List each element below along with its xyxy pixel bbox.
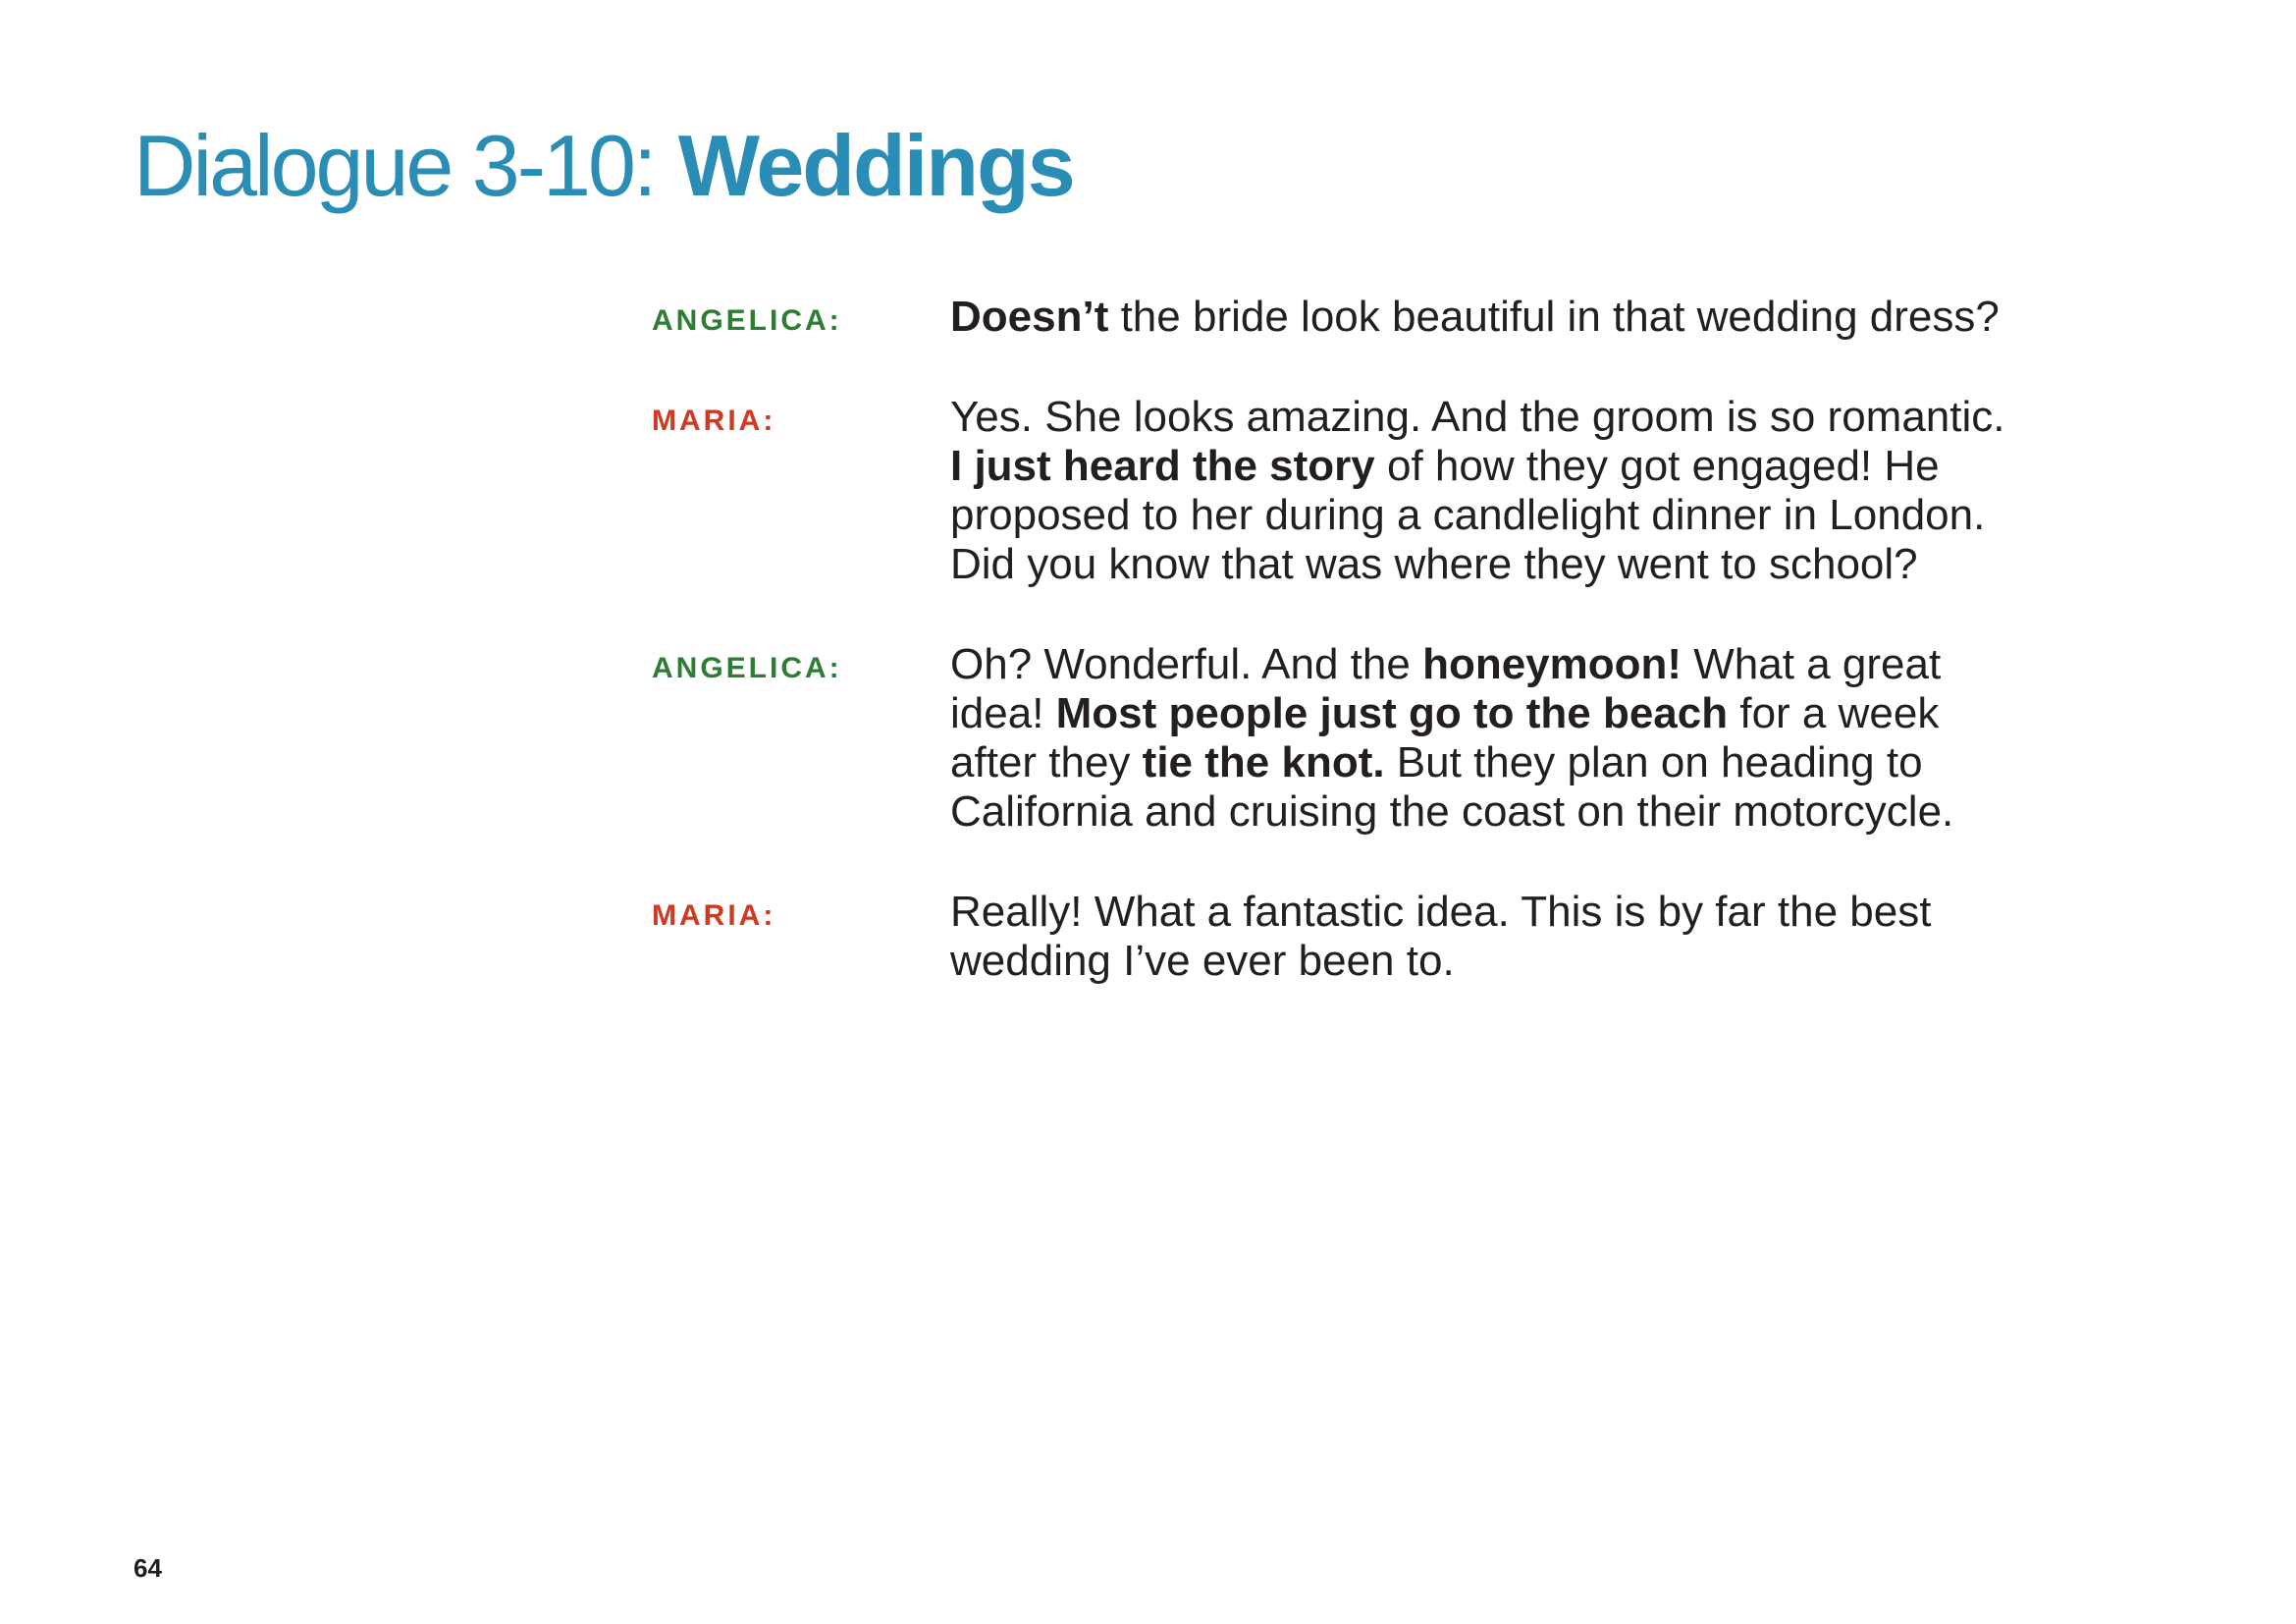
text-segment: the bride look beautiful in that wedding… — [1108, 293, 2000, 341]
text-segment: after they — [950, 738, 1143, 786]
text-segment: wedding I’ve ever been to. — [950, 937, 1455, 985]
dialogue-text: Yes. She looks amazing. And the groom is… — [950, 393, 2183, 589]
key-phrase: I just heard the story — [950, 442, 1375, 490]
key-phrase: tie the knot. — [1142, 738, 1385, 786]
text-segment: But they plan on heading to — [1384, 738, 1923, 786]
text-segment: proposed to her during a candlelight din… — [950, 491, 1986, 539]
speaker-label: ANGELICA: — [652, 652, 842, 684]
dialogue-turn-2: MARIA: Yes. She looks amazing. And the g… — [652, 393, 2183, 589]
dialogue-turn-4: MARIA: Really! What a fantastic idea. Th… — [652, 888, 2183, 986]
key-phrase: honeymoon! — [1422, 640, 1682, 688]
dialogue-turn-1: ANGELICA: Doesn’t the bride look beautif… — [652, 293, 2183, 342]
title-main: Weddings — [677, 117, 1076, 214]
dialogue-text: Oh? Wonderful. And the honeymoon! What a… — [950, 640, 2183, 837]
text-segment: for a week — [1728, 689, 1940, 737]
text-segment: idea! — [950, 689, 1056, 737]
text-segment: California and cruising the coast on the… — [950, 787, 1954, 836]
text-segment: Yes. She looks amazing. And the groom is… — [950, 393, 2005, 441]
text-segment: What a great — [1682, 640, 1942, 688]
dialogue-text: Really! What a fantastic idea. This is b… — [950, 888, 2183, 986]
text-segment: of how they got engaged! He — [1374, 442, 1940, 490]
text-segment: Oh? Wonderful. And the — [950, 640, 1423, 688]
speaker-label: ANGELICA: — [652, 304, 842, 337]
title-prefix: Dialogue 3-10: — [133, 117, 657, 214]
speaker-label: MARIA: — [652, 405, 776, 437]
key-phrase: Most people just go to the beach — [1055, 689, 1729, 737]
text-segment: Really! What a fantastic idea. This is b… — [950, 888, 1932, 936]
dialogue: ANGELICA: Doesn’t the bride look beautif… — [652, 293, 2183, 1037]
page-number: 64 — [133, 1553, 162, 1583]
dialogue-text: Doesn’t the bride look beautiful in that… — [950, 293, 2183, 342]
speaker-label: MARIA: — [652, 899, 776, 932]
page-title: Dialogue 3-10: Weddings — [133, 116, 1076, 215]
key-phrase: Doesn’t — [950, 293, 1109, 341]
text-segment: Did you know that was where they went to… — [950, 540, 1918, 588]
dialogue-turn-3: ANGELICA: Oh? Wonderful. And the honeymo… — [652, 640, 2183, 837]
